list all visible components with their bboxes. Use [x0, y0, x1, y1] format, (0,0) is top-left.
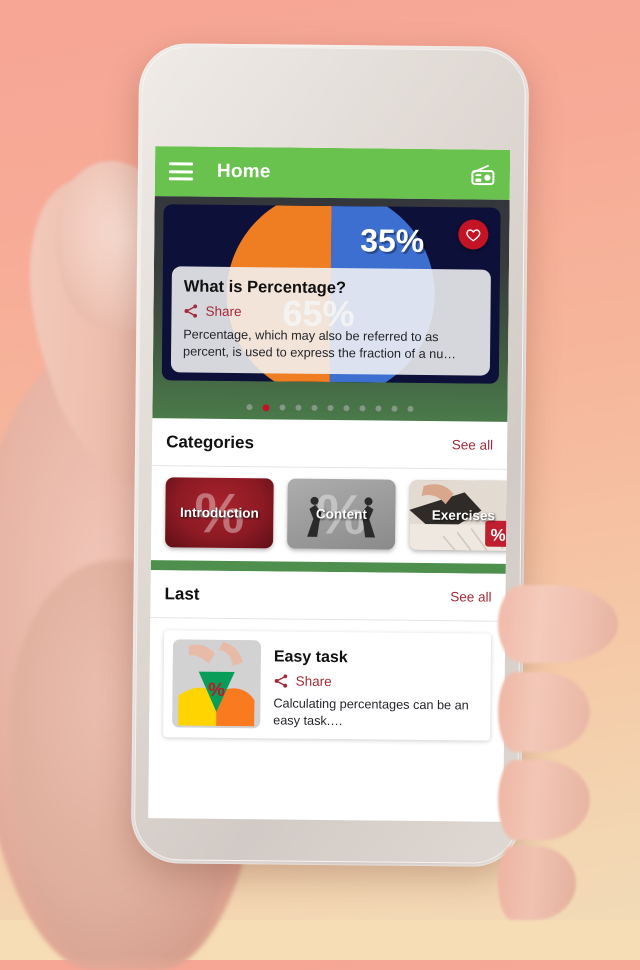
featured-carousel[interactable]: 65% 35% What is Percentage?: [152, 196, 510, 422]
categories-section-header: Categories See all: [151, 418, 508, 470]
category-card-label: Exercises: [431, 507, 495, 524]
carousel-dot-9[interactable]: [391, 405, 398, 412]
categories-title: Categories: [166, 431, 255, 452]
list-item[interactable]: % Easy task Share Calculating percentage…: [163, 630, 492, 741]
category-card-label: Introduction: [179, 504, 259, 521]
carousel-dots[interactable]: [152, 403, 507, 414]
carousel-share-label: Share: [205, 303, 242, 320]
category-card-exercises[interactable]: %%Exercises: [409, 479, 507, 551]
last-see-all-link[interactable]: See all: [450, 589, 491, 604]
carousel-dot-0[interactable]: [246, 404, 253, 411]
carousel-dot-8[interactable]: [375, 405, 382, 412]
svg-text:%: %: [491, 526, 506, 545]
list-item-title: Easy task: [273, 648, 348, 667]
list-item-body: Easy task Share Calculating percentages …: [260, 640, 482, 731]
last-title: Last: [164, 583, 200, 604]
category-card-content[interactable]: % Content: [287, 478, 396, 550]
last-section-header: Last See all: [150, 570, 506, 622]
list-item-description: Calculating percentages can be an easy t…: [273, 696, 469, 729]
carousel-slide-title: What is Percentage?: [183, 277, 347, 298]
categories-list[interactable]: %Introduction%Content%%Exercises: [150, 466, 507, 564]
carousel-dot-1[interactable]: [262, 404, 270, 412]
carousel-slide-card: What is Percentage? Share Percentage, wh…: [170, 266, 491, 376]
list-item-thumbnail: %: [172, 639, 262, 729]
hand-finger-ring: [498, 760, 590, 840]
favorite-heart-icon[interactable]: [458, 219, 489, 250]
carousel-dot-7[interactable]: [359, 405, 366, 412]
share-icon: [274, 674, 288, 688]
category-card-introduction[interactable]: % Introduction: [165, 477, 274, 549]
hand-finger-middle: [498, 672, 590, 752]
phone-device: Home 35% What is Percentage? Share Perce…: [130, 42, 530, 868]
hamburger-menu-icon[interactable]: [168, 162, 194, 181]
carousel-slide-description: Percentage, which may also be referred t…: [183, 327, 457, 362]
list-item-share-label: Share: [295, 673, 332, 690]
list-item-share-button[interactable]: Share: [274, 673, 482, 690]
carousel-dot-5[interactable]: [327, 404, 334, 412]
carousel-dot-3[interactable]: [295, 404, 302, 411]
categories-see-all-link[interactable]: See all: [452, 437, 493, 452]
last-list: % Easy task Share Calculating percentage…: [149, 618, 506, 741]
carousel-dot-10[interactable]: [407, 405, 414, 412]
app-bar: Home: [154, 146, 511, 200]
hand-finger-pinky: [498, 846, 576, 920]
pie-label-35: 35%: [360, 222, 425, 259]
carousel-share-button[interactable]: Share: [183, 304, 478, 322]
category-card-label: Content: [315, 506, 367, 522]
svg-text:%: %: [208, 680, 225, 701]
carousel-dot-2[interactable]: [279, 404, 286, 411]
page-title: Home: [216, 160, 271, 183]
carousel-dot-6[interactable]: [343, 405, 350, 412]
carousel-dot-4[interactable]: [311, 404, 318, 411]
carousel-slide[interactable]: 65% 35% What is Percentage?: [161, 204, 501, 384]
phone-screen: Home 35% What is Percentage? Share Perce…: [148, 146, 511, 822]
share-icon: [184, 304, 198, 318]
radio-icon[interactable]: [470, 162, 496, 186]
hand-finger-index: [498, 585, 618, 663]
